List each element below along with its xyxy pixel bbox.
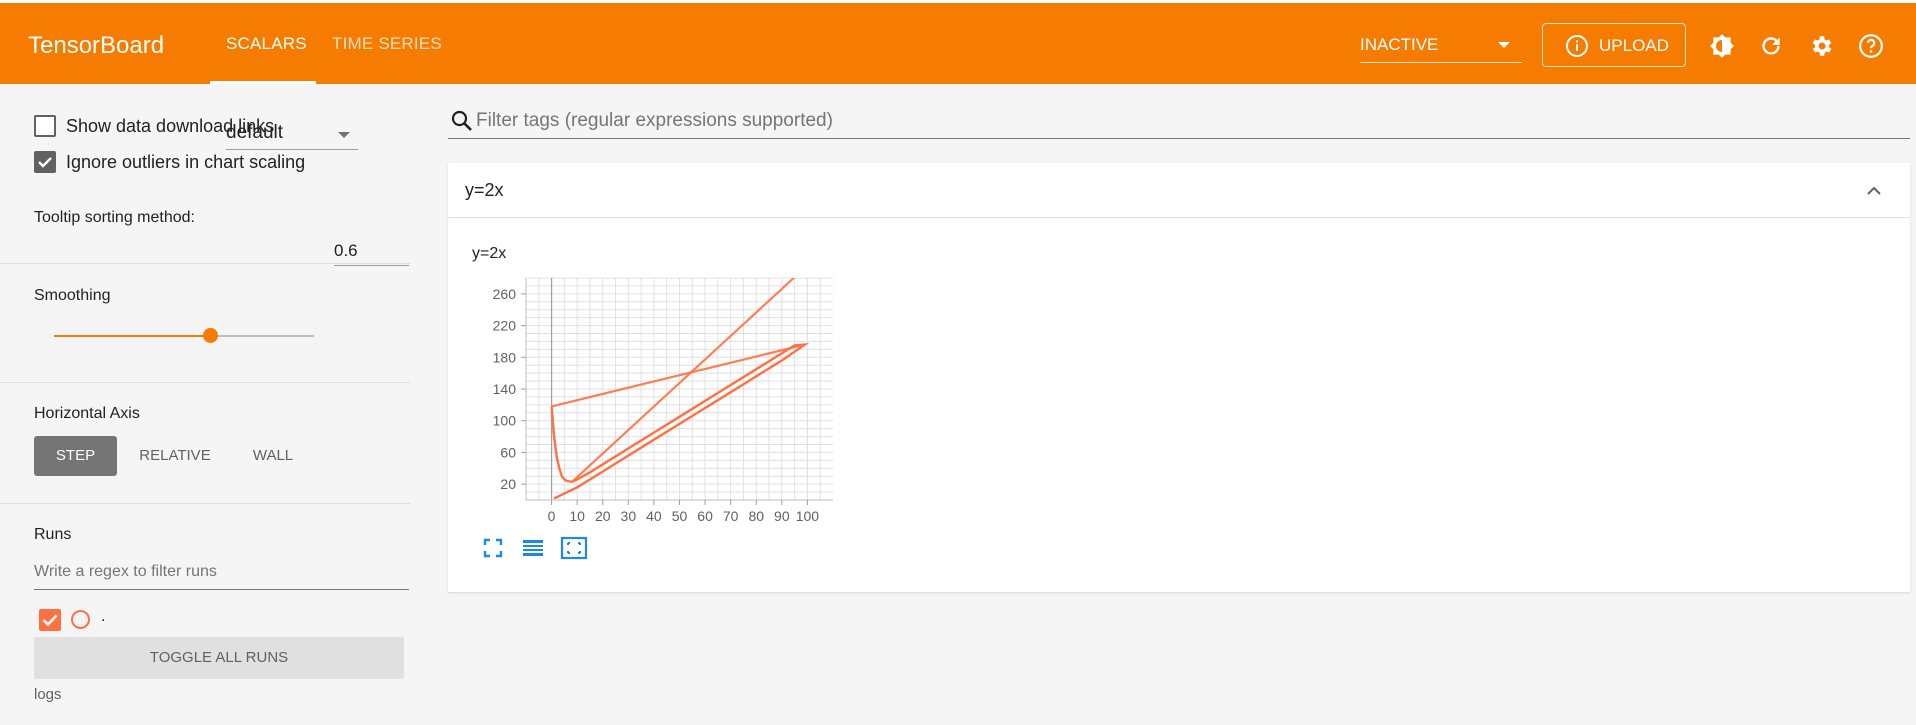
chevron-up-icon[interactable] (1864, 181, 1884, 206)
runs-regex-placeholder: Write a regex to filter runs (34, 563, 217, 580)
runs-regex-input[interactable]: Write a regex to filter runs (34, 555, 409, 590)
help-icon[interactable] (1858, 33, 1884, 59)
info-icon (1565, 34, 1589, 63)
tag-group-title: y=2x (465, 180, 504, 200)
tag-group-header[interactable]: y=2x (448, 163, 1910, 218)
x-tick-label: 50 (672, 508, 688, 524)
x-tick-label: 90 (774, 508, 790, 524)
x-tick-label: 60 (697, 508, 713, 524)
run-name: . (101, 608, 106, 625)
tag-filter-input[interactable]: Filter tags (regular expressions support… (448, 106, 1910, 139)
run-status-value: INACTIVE (1360, 35, 1439, 54)
axis-relative-button[interactable]: RELATIVE (128, 436, 222, 476)
x-tick-label: 40 (646, 508, 662, 524)
x-tick-label: 80 (748, 508, 764, 524)
run-status-select[interactable]: INACTIVE (1360, 35, 1522, 63)
scalar-chart[interactable]: 0 10 20 30 40 50 60 70 80 90 100 20 60 100 140 180 220 26… (470, 270, 890, 525)
sidebar-divider (0, 503, 410, 504)
check-icon (38, 157, 52, 168)
smoothing-label: Smoothing (34, 287, 111, 304)
y-tick-label: 140 (493, 381, 517, 397)
x-tick-label: 10 (569, 508, 585, 524)
search-icon (450, 109, 474, 138)
data-table-icon[interactable] (520, 535, 546, 561)
check-icon (42, 614, 58, 627)
tab-scalars[interactable]: SCALARS (226, 34, 307, 54)
upload-label: UPLOAD (1599, 36, 1669, 55)
tab-time-series[interactable]: TIME SERIES (332, 34, 442, 54)
tooltip-sorting-value: default (226, 122, 284, 143)
x-tick-label: 30 (621, 508, 637, 524)
x-tick-label: 70 (723, 508, 739, 524)
ignore-outliers-label: Ignore outliers in chart scaling (66, 152, 306, 172)
ignore-outliers-checkbox[interactable] (34, 151, 56, 173)
slider-track-empty (210, 335, 314, 337)
upload-button[interactable]: UPLOAD (1542, 23, 1686, 67)
toggle-all-runs-button[interactable]: TOGGLE ALL RUNS (34, 637, 404, 679)
smoothing-value-input[interactable]: 0.6 (334, 238, 409, 266)
horizontal-axis-label: Horizontal Axis (34, 405, 140, 422)
tooltip-sorting-label: Tooltip sorting method: (34, 209, 195, 226)
tooltip-sorting-select[interactable]: default (226, 120, 358, 150)
y-tick-label: 20 (500, 476, 516, 492)
show-download-links-checkbox[interactable] (34, 115, 56, 137)
top-app-bar: TensorBoard SCALARS TIME SERIES INACTIVE… (0, 0, 1916, 84)
y-tick-label: 180 (493, 349, 517, 365)
fit-to-data-icon[interactable] (480, 535, 506, 561)
chevron-down-icon (338, 132, 350, 138)
settings-icon[interactable] (1808, 33, 1834, 59)
axis-step-button[interactable]: STEP (34, 436, 117, 476)
y-tick-label: 260 (493, 286, 517, 302)
y-tick-label: 100 (493, 413, 517, 429)
run-checkbox[interactable] (39, 609, 61, 631)
runs-label: Runs (34, 526, 72, 543)
tag-filter-placeholder: Filter tags (regular expressions support… (476, 110, 833, 131)
slider-knob[interactable] (203, 328, 218, 343)
axis-wall-button[interactable]: WALL (240, 436, 306, 476)
y-tick-label: 220 (493, 318, 517, 334)
chevron-down-icon (1498, 42, 1510, 48)
slider-track-filled (54, 335, 210, 337)
chart-title: y=2x (472, 245, 507, 262)
x-tick-label: 0 (548, 508, 556, 524)
x-tick-label: 20 (595, 508, 611, 524)
theme-toggle-icon[interactable] (1709, 33, 1735, 59)
run-color-circle[interactable] (71, 610, 90, 629)
smoothing-value: 0.6 (334, 241, 358, 260)
sidebar-divider (0, 382, 410, 383)
reload-icon[interactable] (1758, 33, 1784, 59)
y-tick-label: 60 (500, 444, 516, 460)
logdir-label: logs (34, 686, 62, 703)
zoom-region-icon[interactable] (560, 535, 588, 561)
x-tick-label: 100 (796, 508, 820, 524)
app-brand: TensorBoard (28, 32, 165, 59)
